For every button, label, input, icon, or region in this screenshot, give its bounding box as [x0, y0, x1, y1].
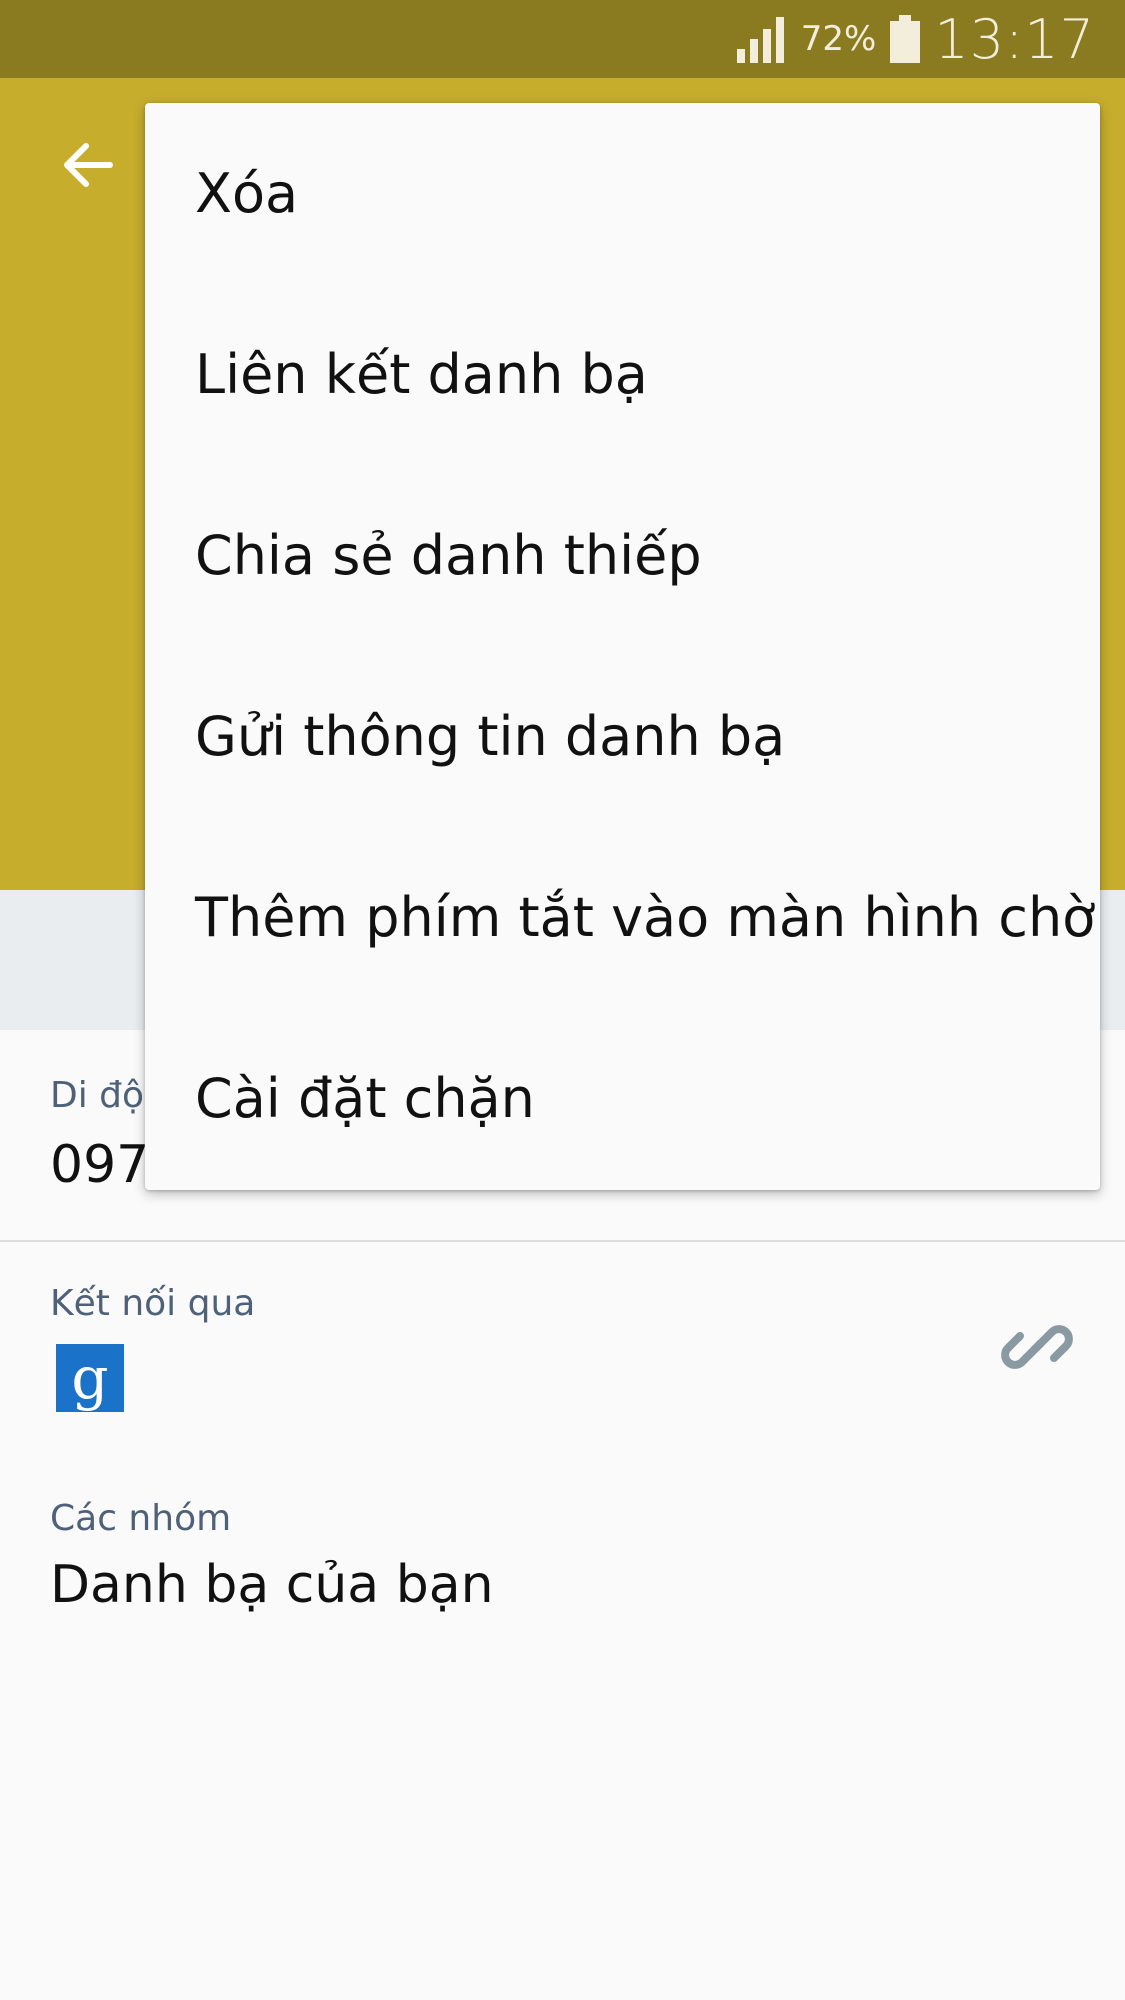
battery-percent: 72%: [800, 19, 877, 59]
menu-item-delete[interactable]: Xóa: [145, 103, 1100, 284]
phone-number[interactable]: 097: [50, 1135, 149, 1195]
overflow-menu: Xóa Liên kết danh bạ Chia sẻ danh thiếp …: [145, 103, 1100, 1190]
connected-via-label: Kết nối qua: [50, 1283, 256, 1324]
clock: 13:17: [934, 7, 1095, 71]
menu-item-add-shortcut[interactable]: Thêm phím tắt vào màn hình chờ: [145, 827, 1100, 1008]
menu-item-send-contact-info[interactable]: Gửi thông tin danh bạ: [145, 646, 1100, 827]
battery-icon: [890, 15, 921, 63]
divider: [0, 1240, 1125, 1242]
arrow-left-icon[interactable]: [58, 135, 118, 195]
status-right: 72% 13:17: [736, 0, 1095, 78]
phone-label: Di độ: [50, 1075, 145, 1116]
menu-item-share-namecard[interactable]: Chia sẻ danh thiếp: [145, 465, 1100, 646]
groups-value[interactable]: Danh bạ của bạn: [50, 1555, 494, 1615]
signal-icon: [736, 15, 787, 63]
groups-label: Các nhóm: [50, 1498, 232, 1539]
menu-item-link-contacts[interactable]: Liên kết danh bạ: [145, 284, 1100, 465]
menu-item-block-settings[interactable]: Cài đặt chặn: [145, 1008, 1100, 1189]
google-icon: g: [56, 1344, 124, 1412]
status-bar: 72% 13:17: [0, 0, 1125, 78]
link-icon[interactable]: [1000, 1310, 1074, 1384]
